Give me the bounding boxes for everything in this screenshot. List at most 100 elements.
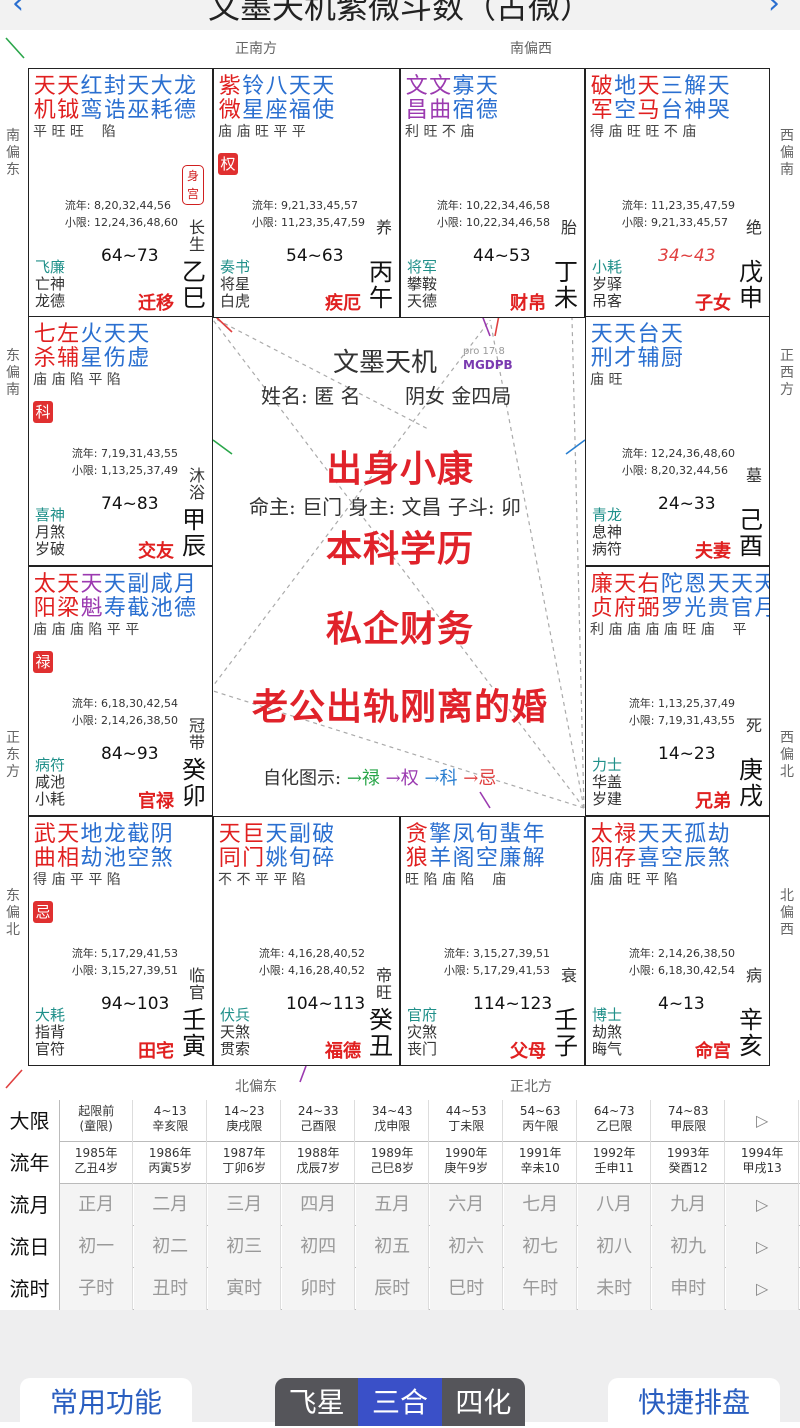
palace-chou[interactable]: 天巨天副破同门姚旬碎不 不 平 平 陷流年: 4,16,28,40,52 小限: … xyxy=(213,816,400,1066)
liushi-cell[interactable]: 未时 xyxy=(578,1268,652,1310)
liuri-cell[interactable]: 初七 xyxy=(504,1226,578,1268)
palace-name: 迁移 xyxy=(138,293,174,314)
liuri-cell[interactable]: 初二 xyxy=(134,1226,208,1268)
star-char: 太 xyxy=(590,822,613,847)
flow-years: 流年: 11,23,35,47,59 小限: 9,21,33,45,57 xyxy=(622,197,735,231)
liunian-cell[interactable]: 1990年 庚午9岁 xyxy=(430,1142,504,1184)
liuyue-cell[interactable]: 七月 xyxy=(504,1184,578,1226)
liunian-cell[interactable]: 1986年 丙寅5岁 xyxy=(134,1142,208,1184)
palace-stars: 破地天三解天军空马台神哭得 庙 旺 旺 不 庙 xyxy=(590,75,730,141)
daxian-cell[interactable]: 34~43 戊申限 xyxy=(356,1100,430,1142)
more-arrow-icon[interactable]: ▷ xyxy=(726,1268,800,1310)
liuyue-cell[interactable]: 九月 xyxy=(652,1184,726,1226)
star-char: 文 xyxy=(405,74,428,99)
liunian-cell[interactable]: 1991年 辛未10 xyxy=(504,1142,578,1184)
star-char: 天 xyxy=(33,74,56,99)
forward-icon[interactable]: › xyxy=(768,0,780,21)
star-char: 刑 xyxy=(590,346,613,371)
palace-yin[interactable]: 武天地龙截阴曲相劫池空煞得 庙 平 平 陷忌流年: 5,17,29,41,53 小… xyxy=(28,816,213,1066)
liunian-years: 流年: 9,21,33,45,57 xyxy=(251,199,358,212)
daxian-cell[interactable]: 44~53 丁未限 xyxy=(430,1100,504,1142)
legend-quan: →权 xyxy=(385,768,419,789)
liushi-cell[interactable]: 申时 xyxy=(652,1268,726,1310)
palace-stars: 七左火天天杀辅星伤虚庙 庙 陷 平 陷 xyxy=(33,323,150,389)
liuri-cell[interactable]: 初四 xyxy=(282,1226,356,1268)
god-name: 天德 xyxy=(407,292,438,310)
liuri-cell[interactable]: 初三 xyxy=(208,1226,282,1268)
liuri-cell[interactable]: 初八 xyxy=(578,1226,652,1268)
ganzhi-label: 癸卯 xyxy=(182,756,206,810)
god-name: 大耗 xyxy=(35,1006,66,1024)
liushi-cell[interactable]: 卯时 xyxy=(282,1268,356,1310)
cell-line-1: 1991年 xyxy=(518,1146,562,1160)
tab-sanhe[interactable]: 三合 xyxy=(358,1378,442,1426)
daxian-cell[interactable]: 64~73 乙巳限 xyxy=(578,1100,652,1142)
cell-line-1: 1986年 xyxy=(148,1146,192,1160)
liuyue-cell[interactable]: 八月 xyxy=(578,1184,652,1226)
star-char: 截 xyxy=(127,596,150,621)
star-char: 巨 xyxy=(242,822,265,847)
palace-xu[interactable]: 廉天右陀恩天天天华贞府弼罗光贵官月盖利 庙 庙 庙 庙 旺 庙 平流年: 1,1… xyxy=(585,566,770,816)
liuyue-cell[interactable]: 正月 xyxy=(60,1184,134,1226)
xiaoxian-years: 小限: 2,14,26,38,50 xyxy=(71,714,178,727)
liuri-cell[interactable]: 初五 xyxy=(356,1226,430,1268)
liushi-cell[interactable]: 丑时 xyxy=(134,1268,208,1310)
liushi-cell[interactable]: 寅时 xyxy=(208,1268,282,1310)
star-char: 七 xyxy=(33,322,56,347)
liuyue-cell[interactable]: 六月 xyxy=(430,1184,504,1226)
palace-wu[interactable]: 紫铃八天天微星座福使庙 庙 旺 平 平权流年: 9,21,33,45,57 小限:… xyxy=(213,68,400,318)
liuyue-cell[interactable]: 四月 xyxy=(282,1184,356,1226)
liunian-cell[interactable]: 1992年 壬申11 xyxy=(578,1142,652,1184)
brightness-row: 利 旺 不 庙 xyxy=(405,124,475,140)
liuri-cell[interactable]: 初一 xyxy=(60,1226,134,1268)
palace-si[interactable]: 天天红封天大龙机钺鸾诰巫耗德平 旺 旺 陷身宫 流年: 8,20,32,44,56… xyxy=(28,68,213,318)
daxian-cell[interactable]: 14~23 庚戌限 xyxy=(208,1100,282,1142)
liuri-cell[interactable]: 初六 xyxy=(430,1226,504,1268)
shen-gong-badge: 身宫 xyxy=(182,165,204,205)
more-arrow-icon[interactable]: ▷ xyxy=(726,1226,800,1268)
liunian-cell[interactable]: 1989年 己巳8岁 xyxy=(356,1142,430,1184)
palace-hai[interactable]: 太禄天天孤劫阴存喜空辰煞庙 庙 旺 平 陷流年: 2,14,26,38,50 小限… xyxy=(585,816,770,1066)
tab-feixing[interactable]: 飞星 xyxy=(275,1378,359,1426)
daxian-cell[interactable]: 4~13 辛亥限 xyxy=(134,1100,208,1142)
star-char: 旬 xyxy=(475,822,498,847)
tab-sihua[interactable]: 四化 xyxy=(441,1378,525,1426)
ganzhi-label: 丙午 xyxy=(369,258,393,312)
liushi-cell[interactable]: 巳时 xyxy=(430,1268,504,1310)
palace-zi[interactable]: 贪擎凤旬蜚年狼羊阁空廉解旺 陷 庙 陷 庙流年: 3,15,27,39,51 小限… xyxy=(400,816,585,1066)
common-functions-button[interactable]: 常用功能 xyxy=(20,1378,192,1426)
star-char: 空 xyxy=(614,98,637,123)
quick-chart-button[interactable]: 快捷排盘 xyxy=(608,1378,780,1426)
cell-line-2: 癸酉12 xyxy=(668,1161,708,1175)
liunian-cell[interactable]: 1993年 癸酉12 xyxy=(652,1142,726,1184)
star-char: 天 xyxy=(590,322,613,347)
liuyue-cell[interactable]: 三月 xyxy=(208,1184,282,1226)
liushi-cell[interactable]: 子时 xyxy=(60,1268,134,1310)
star-char: 同 xyxy=(218,846,241,871)
cell-line-2: 丙午限 xyxy=(522,1119,559,1133)
liunian-cell[interactable]: 1985年 乙丑4岁 xyxy=(60,1142,134,1184)
liushi-cell[interactable]: 午时 xyxy=(504,1268,578,1310)
more-arrow-icon[interactable]: ▷ xyxy=(726,1184,800,1226)
liushi-cell[interactable]: 辰时 xyxy=(356,1268,430,1310)
palace-mao[interactable]: 太天天天副咸月阳梁魁寿截池德庙 庙 庙 陷 平 平禄流年: 6,18,30,42… xyxy=(28,566,213,816)
liunian-cell[interactable]: 1987年 丁卯6岁 xyxy=(208,1142,282,1184)
more-arrow-icon[interactable]: ▷ xyxy=(726,1100,800,1142)
daxian-cell[interactable]: 起限前 (童限) xyxy=(60,1100,134,1142)
daxian-cell[interactable]: 24~33 己酉限 xyxy=(282,1100,356,1142)
palace-chen[interactable]: 七左火天天杀辅星伤虚庙 庙 陷 平 陷科流年: 7,19,31,43,55 小限:… xyxy=(28,316,213,566)
changsheng-label: 胎 xyxy=(560,218,577,237)
liuyue-cell[interactable]: 二月 xyxy=(134,1184,208,1226)
liuri-cell[interactable]: 初九 xyxy=(652,1226,726,1268)
liuyue-cell[interactable]: 五月 xyxy=(356,1184,430,1226)
star-char: 天 xyxy=(754,573,769,597)
liunian-cell[interactable]: 1988年 戊辰7岁 xyxy=(282,1142,356,1184)
daxian-cell[interactable]: 74~83 甲辰限 xyxy=(652,1100,726,1142)
star-char: 池 xyxy=(103,846,126,871)
daxian-cell[interactable]: 54~63 丙午限 xyxy=(504,1100,578,1142)
liunian-cell[interactable]: 1994年 甲戌13 xyxy=(726,1142,800,1184)
god-name: 官符 xyxy=(35,1040,66,1058)
palace-shen[interactable]: 破地天三解天军空马台神哭得 庙 旺 旺 不 庙流年: 11,23,35,47,5… xyxy=(585,68,770,318)
palace-you[interactable]: 天天台天刑才辅厨庙 旺流年: 12,24,36,48,60 小限: 8,20,32… xyxy=(585,316,770,566)
palace-wei[interactable]: 文文寡天昌曲宿德利 旺 不 庙流年: 10,22,34,46,58 小限: 10,… xyxy=(400,68,585,318)
